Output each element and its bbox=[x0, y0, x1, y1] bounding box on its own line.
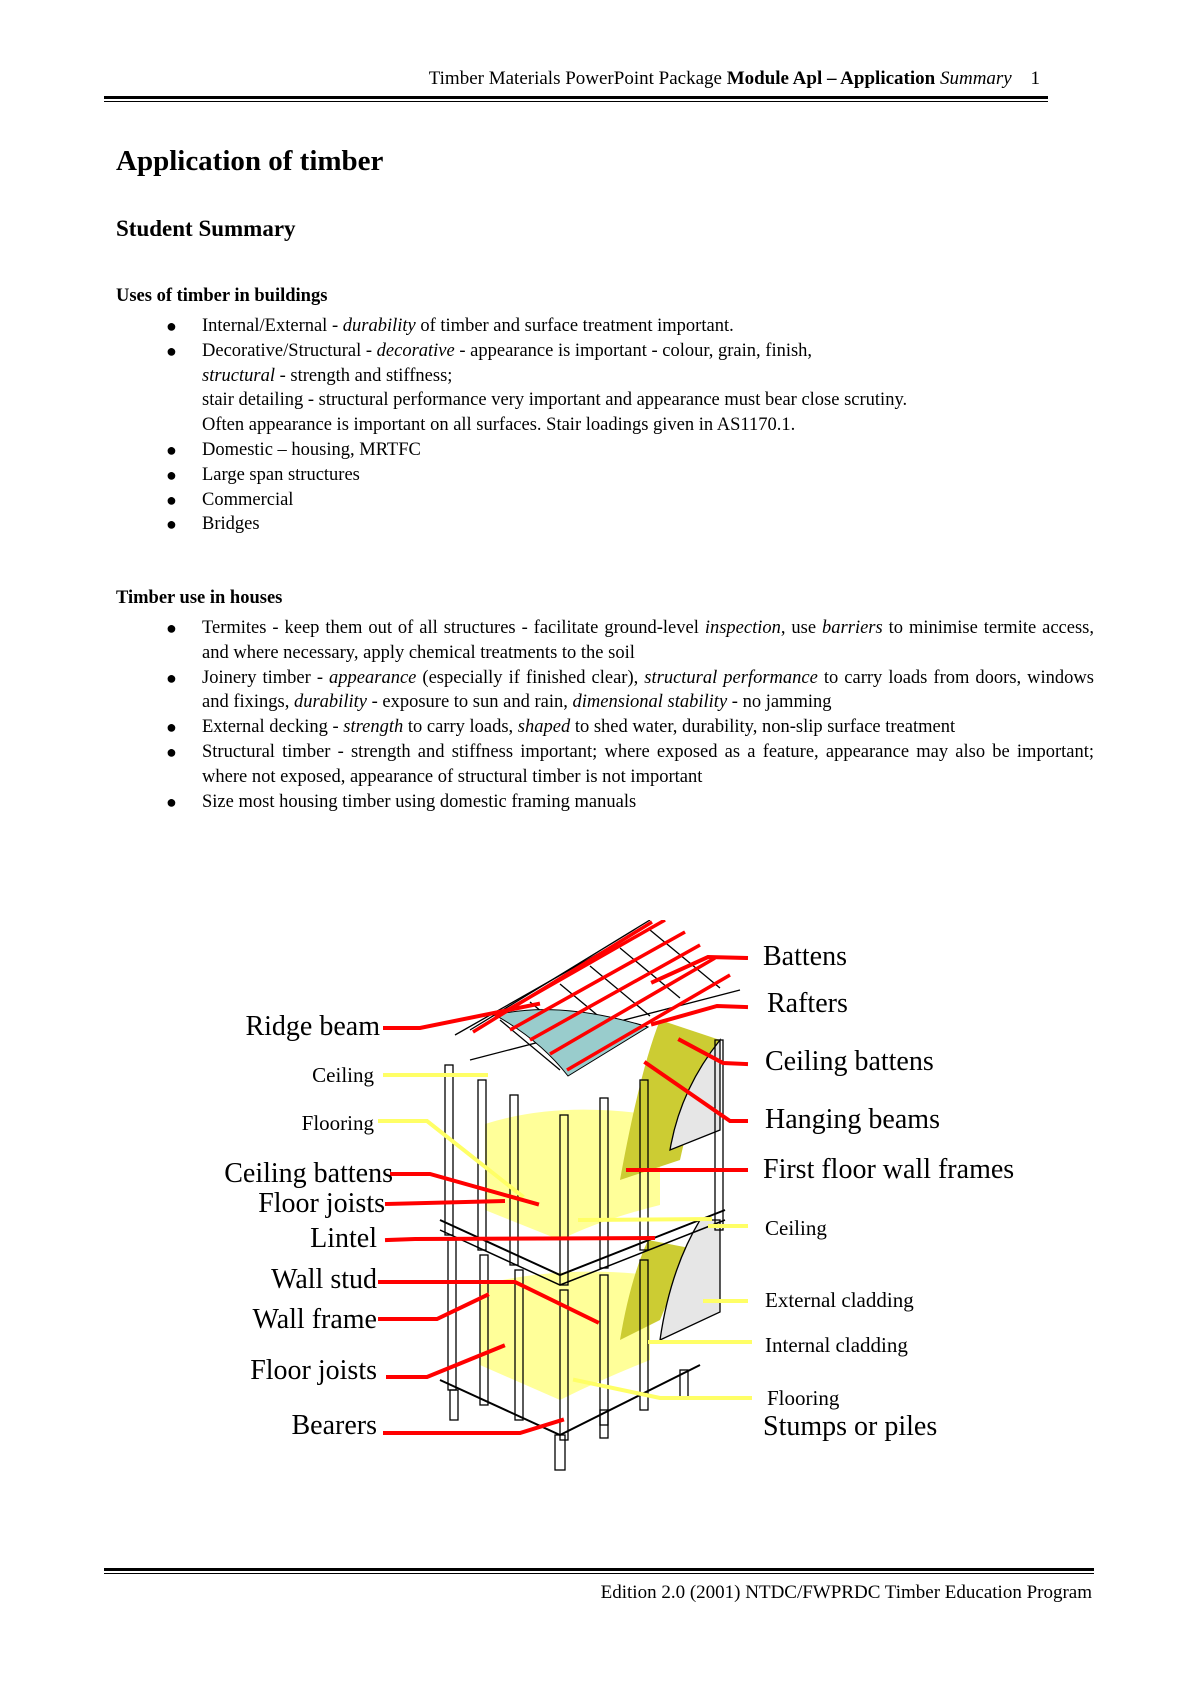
header-rule-thin bbox=[104, 101, 1048, 102]
label-ceiling-battens-left: Ceiling battens bbox=[224, 1158, 393, 1189]
footer-rule-thin bbox=[104, 1573, 1094, 1574]
footer-rule bbox=[104, 1568, 1094, 1571]
label-lintel: Lintel bbox=[310, 1223, 377, 1254]
leader-bearers bbox=[383, 1417, 565, 1435]
page-number: 1 bbox=[1030, 68, 1041, 89]
list-item: ● Termites - keep them out of all struct… bbox=[166, 618, 1095, 663]
footer-text: Edition 2.0 (2001) NTDC/FWPRDC Timber Ed… bbox=[600, 1582, 1092, 1603]
section-timber-use-in-houses: Timber use in houses ● Termites - keep t… bbox=[116, 586, 1094, 814]
label-wall-frame: Wall frame bbox=[252, 1304, 377, 1335]
label-floor-joists-lower: Floor joists bbox=[250, 1355, 377, 1386]
list-item: ● Joinery timber - appearance (especiall… bbox=[166, 667, 1094, 713]
house-framing-diagram: Ridge beam Ceiling Flooring Ceiling batt… bbox=[0, 920, 1200, 1480]
label-wall-stud: Wall stud bbox=[271, 1264, 377, 1295]
header-prefix: Timber Materials PowerPoint Package bbox=[428, 68, 722, 89]
label-floor-joists-upper: Floor joists bbox=[258, 1188, 385, 1219]
list-item: ● Internal/External - durability of timb… bbox=[116, 314, 1094, 339]
page-subtitle: Student Summary bbox=[116, 216, 296, 241]
bullet-icon: ● bbox=[166, 667, 177, 688]
bullet-icon: ● bbox=[166, 791, 177, 812]
leader-battens bbox=[650, 954, 749, 985]
label-flooring-left: Flooring bbox=[301, 1111, 374, 1135]
list-item: ● External decking - strength to carry l… bbox=[116, 715, 1094, 740]
bullet-icon: ● bbox=[166, 464, 177, 485]
bullet-icon: ● bbox=[166, 489, 177, 510]
bullet-icon: ● bbox=[166, 618, 177, 638]
label-ceiling-left: Ceiling bbox=[312, 1063, 374, 1087]
label-rafters: Rafters bbox=[767, 988, 848, 1019]
house-frame-illustration bbox=[378, 920, 752, 1471]
bullet-icon: ● bbox=[166, 340, 177, 361]
label-flooring-right: Flooring bbox=[767, 1386, 840, 1410]
bullet-icon: ● bbox=[166, 741, 177, 762]
running-header: Timber Materials PowerPoint Package Modu… bbox=[104, 68, 1048, 90]
header-suffix: Summary bbox=[939, 68, 1012, 89]
label-ceiling-battens-right: Ceiling battens bbox=[765, 1046, 934, 1077]
header-module: Module Apl – Application bbox=[726, 68, 936, 89]
label-ceiling-right: Ceiling bbox=[765, 1216, 827, 1240]
bullet-list: ● Internal/External - durability of timb… bbox=[116, 314, 1094, 537]
label-stumps-or-piles: Stumps or piles bbox=[763, 1411, 938, 1442]
label-bearers: Bearers bbox=[291, 1410, 377, 1441]
label-external-cladding: External cladding bbox=[765, 1288, 914, 1312]
page-header: Timber Materials PowerPoint Package Modu… bbox=[104, 68, 1048, 102]
list-item: ● Size most housing timber using domesti… bbox=[116, 790, 1094, 815]
section-heading: Uses of timber in buildings bbox=[116, 286, 328, 306]
list-item: ● Structural timber - strength and stiff… bbox=[166, 741, 1094, 787]
label-internal-cladding: Internal cladding bbox=[765, 1333, 908, 1357]
bullet-icon: ● bbox=[166, 439, 177, 460]
bullet-list: ● Termites - keep them out of all struct… bbox=[116, 616, 1094, 814]
label-battens: Battens bbox=[763, 941, 847, 972]
label-first-floor-wall-frames: First floor wall frames bbox=[763, 1154, 1015, 1185]
label-hanging-beams: Hanging beams bbox=[765, 1104, 940, 1135]
section-heading: Timber use in houses bbox=[116, 588, 283, 608]
list-item: ● Commercial bbox=[116, 488, 1094, 513]
stump bbox=[449, 1389, 459, 1421]
leader-ceiling-right bbox=[577, 1216, 713, 1223]
bullet-icon: ● bbox=[166, 514, 177, 535]
list-item: ● Domestic – housing, MRTFC bbox=[116, 438, 1094, 463]
label-ridge-beam: Ridge beam bbox=[245, 1011, 380, 1042]
page-footer: Edition 2.0 (2001) NTDC/FWPRDC Timber Ed… bbox=[104, 1568, 1094, 1604]
section-uses-of-timber: Uses of timber in buildings ● Internal/E… bbox=[116, 284, 1094, 537]
leader-lintel bbox=[384, 1235, 656, 1243]
bullet-icon: ● bbox=[166, 316, 177, 336]
header-rule bbox=[104, 96, 1048, 99]
list-item: ● Bridges bbox=[116, 512, 1094, 537]
list-item: ● Large span structures bbox=[116, 463, 1094, 488]
list-item: ● Decorative/Structural - decorative - a… bbox=[166, 340, 908, 436]
bullet-icon: ● bbox=[166, 717, 177, 738]
leader-wall-frame bbox=[378, 1292, 490, 1321]
page-title: Application of timber bbox=[116, 145, 384, 177]
frame-structure bbox=[439, 920, 741, 1471]
